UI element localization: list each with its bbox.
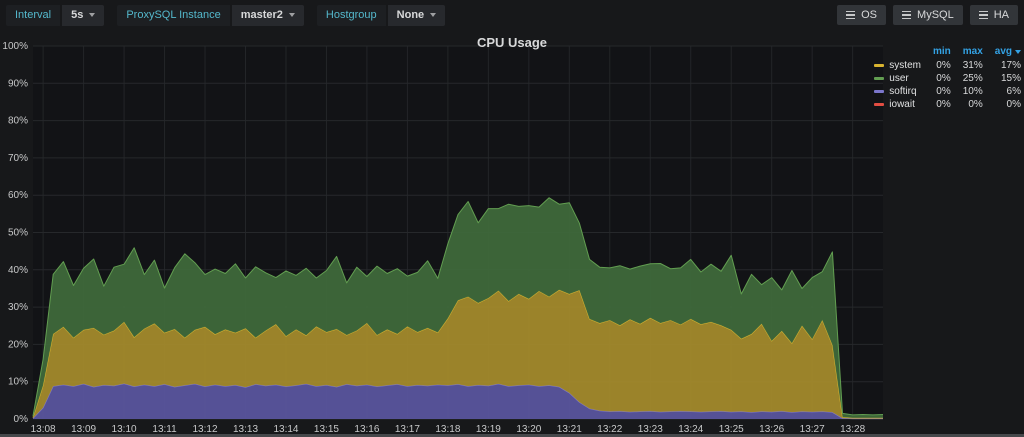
legend-user-min: 0%	[936, 73, 951, 84]
sort-caret-icon	[1015, 50, 1021, 54]
legend-softirq-max: 10%	[962, 86, 983, 97]
nav-button-os[interactable]: OS	[837, 5, 887, 25]
variable-interval-dropdown[interactable]: 5s	[62, 4, 105, 26]
variable-proxysql-instance-label: ProxySQL Instance	[117, 4, 230, 26]
legend-sort-min[interactable]: min	[921, 45, 951, 59]
legend-series-user[interactable]: user	[874, 72, 921, 85]
series-color-swatch	[874, 89, 885, 93]
legend-softirq-min: 0%	[936, 86, 951, 97]
legend-row-user: user 0% 25% 15%	[874, 72, 1021, 85]
menu-icon	[978, 10, 988, 20]
legend-row-iowait: iowait 0% 0% 0%	[874, 98, 1021, 111]
y-axis-tick-label: 0%	[14, 414, 29, 425]
legend-softirq-avg: 6%	[1006, 86, 1021, 97]
legend-row-system: system 0% 31% 17%	[874, 59, 1021, 72]
nav-button-ha-label: HA	[993, 9, 1009, 21]
y-axis-tick-label: 90%	[8, 78, 28, 89]
y-axis-tick-label: 60%	[8, 190, 28, 201]
legend-sort-max[interactable]: max	[951, 45, 983, 59]
variable-hostgroup-dropdown[interactable]: None	[387, 4, 446, 26]
variable-interval-value: 5s	[71, 8, 84, 21]
legend-user-max: 25%	[962, 73, 983, 84]
legend-system-max: 31%	[962, 60, 983, 71]
menu-icon	[846, 10, 856, 20]
variable-proxysql-instance-value: master2	[240, 8, 283, 21]
legend-system-min: 0%	[936, 60, 951, 71]
chevron-down-icon	[89, 13, 96, 17]
variable-hostgroup-label: Hostgroup	[316, 4, 386, 26]
legend-iowait-max: 0%	[968, 99, 983, 110]
menu-icon	[902, 10, 912, 20]
chevron-down-icon	[288, 13, 295, 17]
nav-button-ha[interactable]: HA	[969, 5, 1018, 25]
variable-interval: Interval 5s	[6, 4, 105, 26]
panel-title[interactable]: CPU Usage	[0, 35, 1024, 50]
template-variables: Interval 5s ProxySQL Instance master2 Ho…	[6, 4, 446, 26]
nav-button-mysql[interactable]: MySQL	[893, 5, 963, 25]
graph-legend: min max avg system 0% 31% 17% user 0% 25…	[874, 45, 1021, 111]
y-axis-tick-label: 40%	[8, 265, 28, 276]
legend-series-softirq[interactable]: softirq	[874, 85, 921, 98]
legend-iowait-min: 0%	[936, 99, 951, 110]
nav-button-mysql-label: MySQL	[917, 9, 954, 21]
legend-system-avg: 17%	[1000, 60, 1021, 71]
y-axis-tick-label: 80%	[8, 116, 28, 127]
y-axis-tick-label: 20%	[8, 339, 28, 350]
nav-button-os-label: OS	[861, 9, 878, 21]
legend-header-row: min max avg	[874, 45, 1021, 59]
variable-hostgroup: Hostgroup None	[316, 4, 446, 26]
y-axis-tick-label: 70%	[8, 153, 28, 164]
legend-series-system[interactable]: system	[874, 59, 921, 72]
variable-proxysql-instance-dropdown[interactable]: master2	[231, 4, 304, 26]
legend-series-iowait[interactable]: iowait	[874, 98, 921, 111]
variable-hostgroup-value: None	[396, 8, 425, 21]
legend-sort-avg[interactable]: avg	[983, 45, 1021, 59]
y-axis-tick-label: 50%	[8, 228, 28, 239]
variable-interval-label: Interval	[6, 4, 61, 26]
chevron-down-icon	[430, 13, 437, 17]
y-axis-tick-label: 10%	[8, 377, 28, 388]
series-color-swatch	[874, 63, 885, 67]
dashboard-submenu: Interval 5s ProxySQL Instance master2 Ho…	[0, 0, 1024, 30]
dashboard-links: OS MySQL HA	[837, 5, 1018, 25]
series-color-swatch	[874, 76, 885, 80]
y-axis-tick-label: 30%	[8, 302, 28, 313]
legend-iowait-avg: 0%	[1006, 99, 1021, 110]
cpu-usage-panel: CPU Usage 13:08 13:09 13:10 13:11 13:12 13:13…	[0, 30, 1024, 437]
variable-proxysql-instance: ProxySQL Instance master2	[117, 4, 304, 26]
cpu-usage-graph[interactable]: 13:08 13:09 13:10 13:11 13:12 13:13 13:14 13:15…	[0, 30, 1024, 437]
legend-user-avg: 15%	[1000, 73, 1021, 84]
legend-header-series	[874, 45, 921, 59]
legend-row-softirq: softirq 0% 10% 6%	[874, 85, 1021, 98]
series-color-swatch	[874, 102, 885, 106]
